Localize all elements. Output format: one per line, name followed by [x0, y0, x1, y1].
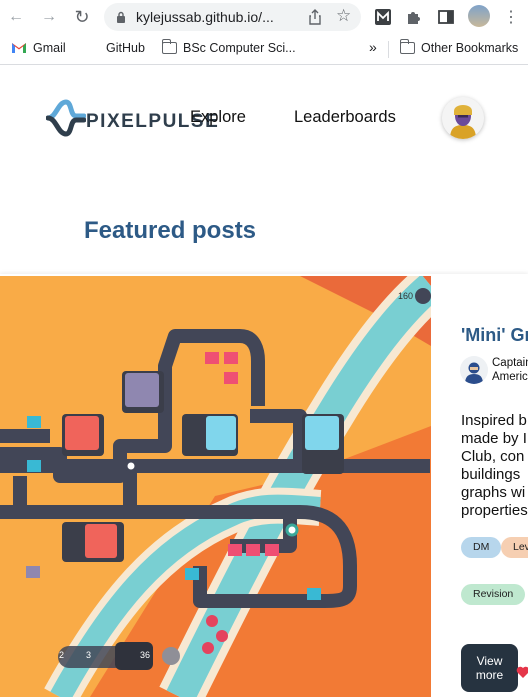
user-avatar[interactable]	[442, 97, 484, 139]
map-game-artwork	[0, 276, 431, 697]
tag-dm[interactable]: DM	[461, 537, 502, 558]
description-line: Inspired b	[461, 412, 527, 429]
reload-icon[interactable]: ↻	[71, 6, 93, 28]
forward-icon[interactable]: →	[38, 6, 60, 28]
menu-kebab-icon[interactable]: ⋮	[500, 6, 522, 28]
description-line: graphs wi	[461, 484, 526, 501]
featured-post-card[interactable]: 160 2 3 36 'Mini' Gr Captain Americ Insp…	[0, 274, 528, 697]
bookmark-label: BSc Computer Sci...	[183, 41, 296, 55]
image-badge: 36	[140, 650, 151, 660]
folder-icon	[399, 39, 415, 54]
description-line: properties	[461, 502, 528, 519]
author-name-line: Americ	[492, 371, 528, 383]
view-more-label: more	[475, 668, 504, 682]
pixelpulse-logo-icon[interactable]	[46, 98, 86, 138]
author-avatar[interactable]	[460, 356, 488, 384]
bookmark-other[interactable]: Other Bookmarks	[399, 39, 519, 55]
bookmark-label: Gmail	[33, 41, 66, 55]
author-name[interactable]: Captain Americ	[492, 356, 528, 384]
image-badge: 2	[59, 650, 65, 660]
bookmarks-divider	[388, 41, 389, 58]
share-icon[interactable]	[306, 8, 324, 26]
user-avatar-image	[442, 97, 484, 139]
post-title[interactable]: 'Mini' Gr	[461, 325, 528, 346]
bookmark-gmail[interactable]: Gmail	[11, 41, 66, 55]
url-text: kylejussab.github.io/...	[136, 9, 274, 25]
bookmark-label: GitHub	[106, 41, 145, 55]
author-avatar-image	[460, 356, 488, 384]
bookmark-folder-bsc[interactable]: BSc Computer Sci...	[161, 39, 296, 55]
author-name-line: Captain	[492, 357, 528, 369]
browser-toolbar: ← → ↻ kylejussab.github.io/... ☆ ⋮	[0, 0, 528, 34]
gmail-icon	[12, 43, 26, 53]
description-line: buildings	[461, 466, 521, 483]
bookmark-star-icon[interactable]: ☆	[336, 6, 351, 26]
site-header: PIXELPULSE Explore Leaderboards	[0, 66, 528, 170]
bookmarks-bar: Gmail GitHub BSc Computer Sci... » Other…	[0, 34, 528, 65]
folder-icon	[161, 39, 177, 54]
side-panel-icon[interactable]	[438, 9, 454, 25]
nav-explore[interactable]: Explore	[190, 108, 246, 127]
image-badge: 3	[86, 650, 92, 660]
extensions-puzzle-icon[interactable]	[406, 9, 422, 25]
post-thumbnail[interactable]: 160 2 3 36	[0, 276, 431, 697]
view-more-label: View	[476, 654, 503, 668]
description-line: Club, con	[461, 448, 525, 465]
tag-level[interactable]: Lev	[501, 537, 528, 558]
back-icon[interactable]: ←	[5, 6, 27, 28]
bookmark-github[interactable]: GitHub	[84, 41, 145, 55]
lock-icon	[117, 11, 125, 23]
extension-m-icon[interactable]	[375, 9, 391, 25]
address-bar[interactable]: kylejussab.github.io/... ☆	[104, 3, 361, 31]
github-icon	[84, 42, 100, 54]
tag-revision[interactable]: Revision	[461, 584, 526, 605]
heart-icon[interactable]	[516, 665, 528, 679]
profile-avatar[interactable]	[468, 5, 490, 27]
bookmark-label: Other Bookmarks	[421, 41, 519, 55]
nav-leaderboards[interactable]: Leaderboards	[294, 108, 396, 127]
image-counter: 160	[398, 291, 414, 301]
bookmarks-overflow-button[interactable]: »	[369, 39, 377, 55]
view-more-button[interactable]: View more	[461, 644, 518, 692]
description-line: made by I	[461, 430, 527, 447]
section-title: Featured posts	[84, 217, 257, 244]
post-description: Inspired b made by I Club, con buildings…	[461, 412, 528, 520]
